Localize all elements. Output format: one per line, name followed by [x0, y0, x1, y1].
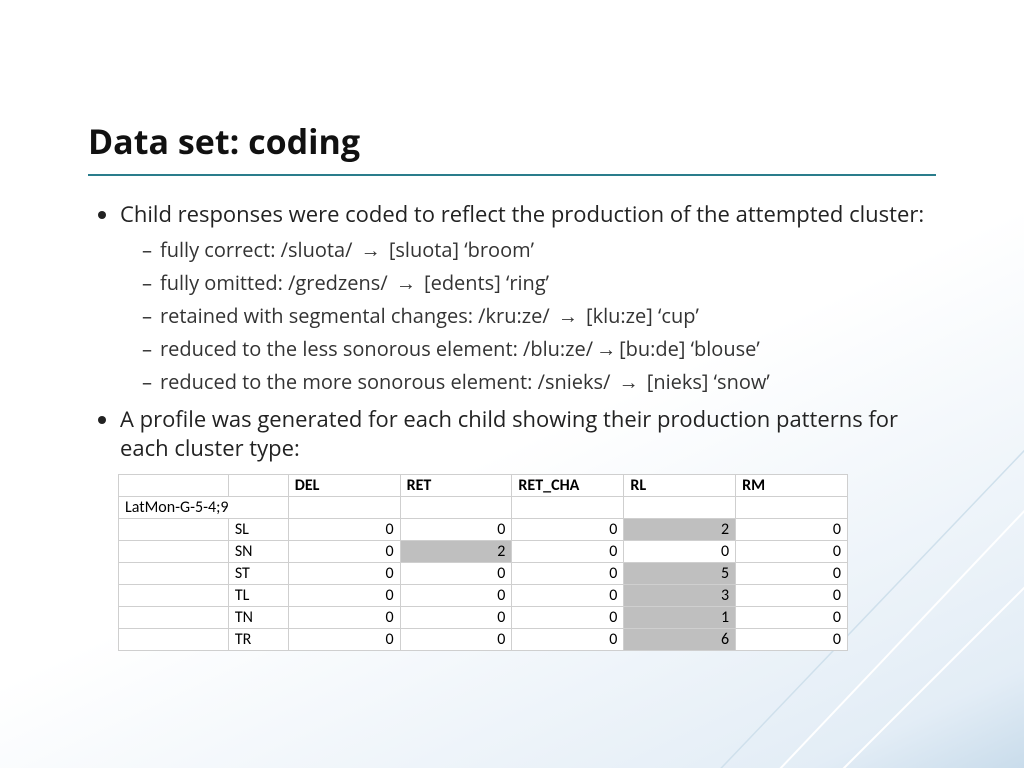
sub-bullet-1: fully correct: /sluota/ → [sluota] ‘broo… — [142, 236, 936, 263]
table-cell: 0 — [736, 607, 848, 629]
sub-bullet-3: retained with segmental changes: /kru:ze… — [142, 302, 936, 329]
arrow-icon: → — [593, 335, 619, 362]
table-row: SL00020 — [119, 519, 848, 541]
table-header-rl: RL — [624, 475, 736, 497]
table-cell-blank — [288, 497, 400, 519]
table-cell-blank — [119, 585, 229, 607]
table-cell: 0 — [512, 607, 624, 629]
table-cell-blank — [119, 541, 229, 563]
table-cell-blank — [624, 497, 736, 519]
sub-bullet-4: reduced to the less sonorous element: /b… — [142, 335, 936, 362]
arrow-icon: → — [358, 236, 384, 263]
profile-label: LatMon-G-5-4;9 — [119, 497, 289, 519]
table-cell: 2 — [400, 541, 512, 563]
table-row: ST00050 — [119, 563, 848, 585]
table-cell: 2 — [624, 519, 736, 541]
sub-bullet-5: reduced to the more sonorous element: /s… — [142, 368, 936, 395]
table-row-label: SN — [228, 541, 288, 563]
sub-bullet-1-head: fully correct: /sluota/ — [160, 236, 358, 263]
table-cell: 0 — [624, 541, 736, 563]
table-row: TR00060 — [119, 629, 848, 651]
sub-bullet-1-tail: [sluota] ‘broom’ — [384, 236, 534, 263]
table-cell: 0 — [736, 541, 848, 563]
table-cell: 0 — [400, 519, 512, 541]
bullet-list: Child responses were coded to reflect th… — [88, 200, 936, 464]
sub-bullet-2: fully omitted: /gredzens/ → [edents] ‘ri… — [142, 269, 936, 296]
bullet-2: A profile was generated for each child s… — [120, 405, 936, 464]
table-cell: 0 — [736, 519, 848, 541]
table-row: TN00010 — [119, 607, 848, 629]
sub-bullet-2-head: fully omitted: /gredzens/ — [160, 269, 393, 296]
table-cell: 0 — [288, 607, 400, 629]
sub-bullet-list: fully correct: /sluota/ → [sluota] ‘broo… — [120, 236, 936, 395]
table-cell: 0 — [400, 607, 512, 629]
sub-bullet-2-tail: [edents] ‘ring’ — [419, 269, 549, 296]
sub-bullet-5-tail: [nieks] ‘snow’ — [642, 368, 770, 395]
table-row-label: SL — [228, 519, 288, 541]
table-cell: 0 — [400, 585, 512, 607]
profile-table-wrap: DEL RET RET_CHA RL RM LatMon-G-5-4;9 SL0… — [118, 474, 848, 651]
table-cell-blank — [119, 563, 229, 585]
sub-bullet-3-head: retained with segmental changes: /kru:ze… — [160, 302, 555, 329]
table-cell-blank — [119, 629, 229, 651]
slide-content: Data set: coding Child responses were co… — [0, 0, 1024, 651]
arrow-icon: → — [616, 368, 642, 395]
slide-title: Data set: coding — [88, 118, 936, 174]
table-cell: 0 — [288, 563, 400, 585]
table-cell: 0 — [288, 519, 400, 541]
table-body: LatMon-G-5-4;9 SL00020SN02000ST00050TL00… — [119, 497, 848, 651]
table-cell: 0 — [512, 563, 624, 585]
table-cell: 0 — [400, 629, 512, 651]
table-cell-blank — [736, 497, 848, 519]
table-header-blank — [228, 475, 288, 497]
profile-table: DEL RET RET_CHA RL RM LatMon-G-5-4;9 SL0… — [118, 474, 848, 651]
table-header-ret: RET — [400, 475, 512, 497]
table-row-label: TL — [228, 585, 288, 607]
bullet-2-text: A profile was generated for each child s… — [120, 404, 898, 464]
table-row-label: ST — [228, 563, 288, 585]
table-cell-blank — [512, 497, 624, 519]
sub-bullet-4-head: reduced to the less sonorous element: /b… — [160, 335, 593, 362]
table-header-rm: RM — [736, 475, 848, 497]
bullet-1-text: Child responses were coded to reflect th… — [120, 199, 924, 229]
arrow-icon: → — [555, 302, 581, 329]
table-cell: 0 — [400, 563, 512, 585]
sub-bullet-4-tail: [bu:de] ‘blouse’ — [619, 335, 760, 362]
table-cell: 5 — [624, 563, 736, 585]
table-cell: 0 — [736, 629, 848, 651]
arrow-icon: → — [393, 269, 419, 296]
sub-bullet-5-head: reduced to the more sonorous element: /s… — [160, 368, 616, 395]
table-header-retcha: RET_CHA — [512, 475, 624, 497]
table-cell: 0 — [512, 585, 624, 607]
table-cell: 0 — [736, 563, 848, 585]
table-row-label: TR — [228, 629, 288, 651]
table-header-row: DEL RET RET_CHA RL RM — [119, 475, 848, 497]
table-cell: 0 — [736, 585, 848, 607]
sub-bullet-3-tail: [klu:ze] ‘cup’ — [581, 302, 699, 329]
title-underline — [88, 174, 936, 176]
table-cell: 0 — [288, 629, 400, 651]
table-cell: 0 — [512, 541, 624, 563]
table-cell: 0 — [512, 629, 624, 651]
table-cell-blank — [119, 607, 229, 629]
table-cell: 0 — [512, 519, 624, 541]
table-header-blank — [119, 475, 229, 497]
table-cell: 1 — [624, 607, 736, 629]
table-row-label: TN — [228, 607, 288, 629]
table-cell: 3 — [624, 585, 736, 607]
table-cell: 6 — [624, 629, 736, 651]
table-profile-row: LatMon-G-5-4;9 — [119, 497, 848, 519]
table-cell: 0 — [288, 541, 400, 563]
table-row: SN02000 — [119, 541, 848, 563]
table-cell-blank — [119, 519, 229, 541]
bullet-1: Child responses were coded to reflect th… — [120, 200, 936, 395]
table-row: TL00030 — [119, 585, 848, 607]
table-cell: 0 — [288, 585, 400, 607]
table-cell-blank — [400, 497, 512, 519]
table-header-del: DEL — [288, 475, 400, 497]
